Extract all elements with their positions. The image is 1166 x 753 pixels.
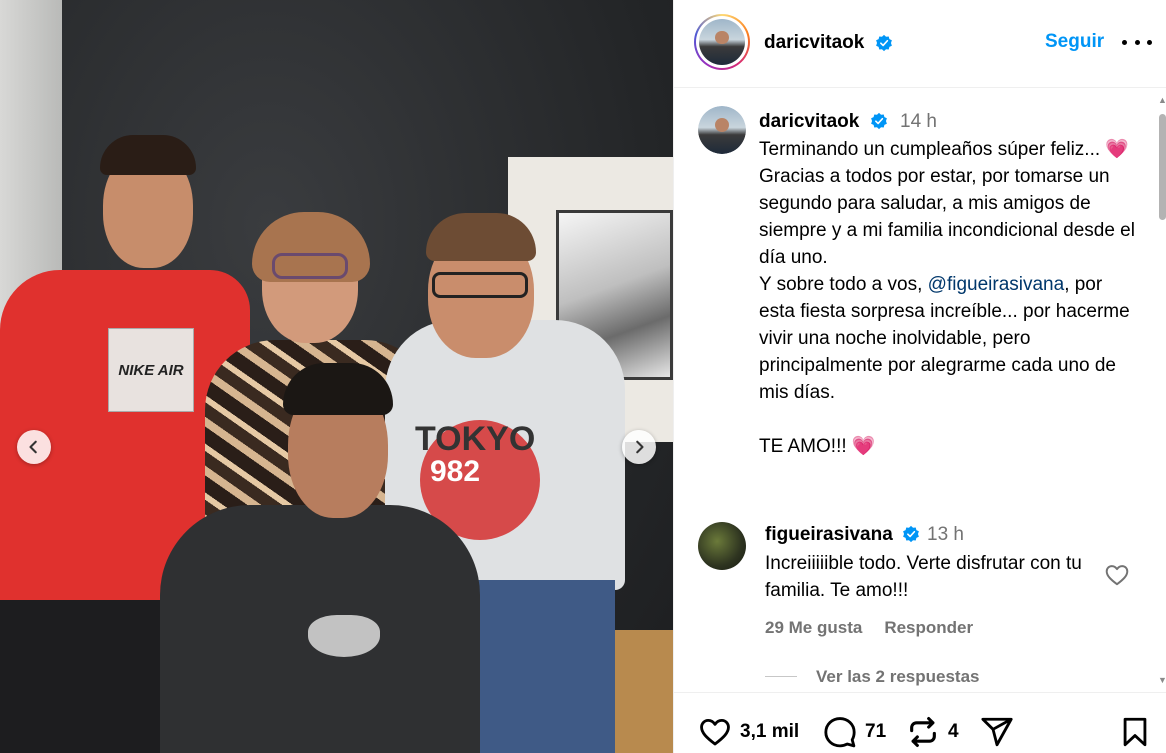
caption-avatar[interactable] (698, 106, 746, 154)
comment-timestamp[interactable]: 13 h (927, 524, 964, 546)
post-action-bar: 3,1 mil 71 4 (674, 692, 1166, 753)
shirt-logo-tokyo: TOKYO (415, 420, 536, 458)
save-icon (1123, 717, 1147, 747)
comment-icon (824, 717, 856, 748)
repost-button[interactable]: 4 (906, 715, 959, 749)
reply-button[interactable]: Responder (884, 618, 973, 637)
heart-emoji: 💗 (851, 436, 876, 457)
comment-like-heart-icon[interactable] (1104, 562, 1130, 588)
scrollbar-thumb[interactable] (1159, 114, 1166, 220)
like-button[interactable]: 3,1 mil (698, 715, 799, 749)
prev-arrow-icon (29, 440, 37, 454)
comment-button[interactable]: 71 (823, 715, 886, 749)
repost-icon (910, 716, 936, 748)
shirt-logo-nike: NIKE AIR (108, 328, 194, 412)
more-options-icon[interactable] (1122, 30, 1152, 54)
comment-username[interactable]: figueirasivana (765, 524, 893, 546)
scroll-up-icon[interactable]: ▲ (1158, 96, 1166, 105)
share-icon (981, 717, 1013, 747)
next-photo-button[interactable] (622, 430, 656, 464)
reposts-count: 4 (948, 721, 959, 742)
likes-count: 3,1 mil (740, 721, 800, 742)
comment-text: Increiiiiible todo. Verte disfrutar con … (765, 553, 1082, 601)
comment-likes-count[interactable]: 29 Me gusta (765, 618, 862, 637)
comment-meta: 29 Me gusta Responder (765, 618, 995, 638)
heart-icon (700, 718, 730, 746)
next-arrow-icon (636, 440, 644, 454)
caption-line-3: Y sobre todo a vos, (759, 274, 928, 295)
prev-photo-button[interactable] (17, 430, 51, 464)
mention-link[interactable]: @figueirasivana (928, 274, 1065, 295)
post-header: daricvitaok Seguir (674, 0, 1166, 88)
caption-text: Terminando un cumpleaños súper feliz... … (759, 136, 1139, 460)
caption-line-1: Terminando un cumpleaños súper feliz... (759, 139, 1106, 160)
comment-avatar[interactable] (698, 522, 746, 570)
view-replies-button[interactable]: Ver las 2 respuestas (816, 667, 980, 687)
comments-scrollbar[interactable]: ▲ ▼ (1158, 96, 1166, 688)
verified-badge-icon (876, 34, 892, 52)
heart-emoji: 💗 (1105, 139, 1130, 160)
comments-count: 71 (865, 721, 887, 742)
caption-username[interactable]: daricvitaok (759, 111, 859, 133)
follow-button[interactable]: Seguir (1045, 31, 1104, 53)
shirt-number: 982 (430, 455, 481, 488)
caption-line-4: TE AMO!!! (759, 436, 852, 457)
share-button[interactable] (980, 715, 1014, 749)
author-username[interactable]: daricvitaok (764, 32, 864, 54)
caption-timestamp[interactable]: 14 h (900, 111, 937, 133)
save-button[interactable] (1118, 715, 1152, 749)
verified-badge-icon (903, 525, 919, 543)
replies-divider (765, 676, 797, 677)
post-side-panel: daricvitaok Seguir daricvitaok 14 h Term… (673, 0, 1166, 753)
author-avatar[interactable] (694, 14, 750, 70)
verified-badge-icon (871, 112, 887, 130)
post-photo[interactable]: NIKE AIR TOKYO 982 (0, 0, 673, 753)
scroll-down-icon[interactable]: ▼ (1158, 676, 1166, 685)
caption-line-2: Gracias a todos por estar, por tomarse u… (759, 166, 1141, 268)
